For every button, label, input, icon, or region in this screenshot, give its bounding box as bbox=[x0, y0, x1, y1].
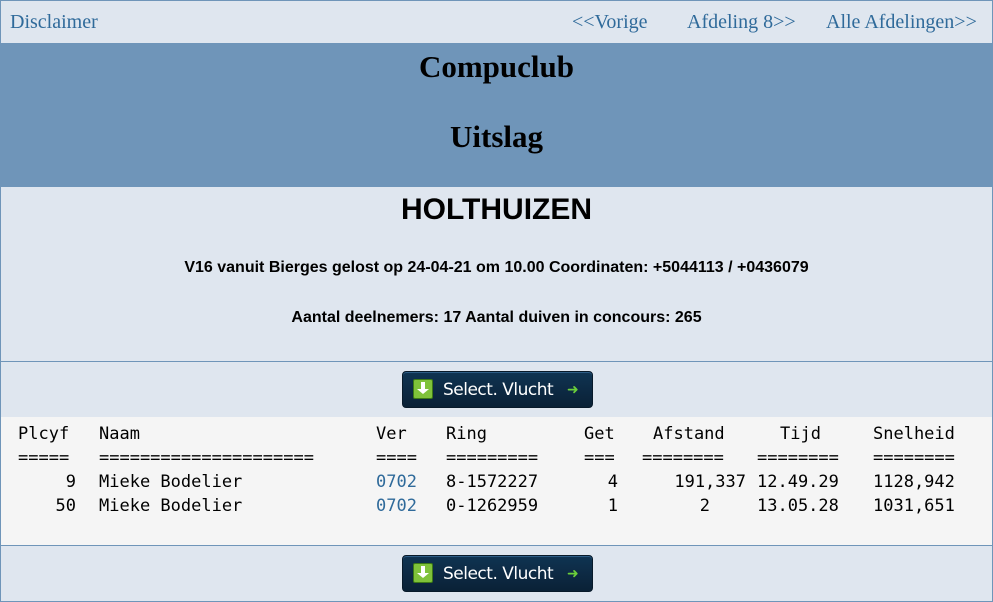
header-get: Get bbox=[584, 424, 615, 444]
row2-afstand: 2 bbox=[699, 496, 710, 516]
top-navigation: Disclaimer <<Vorige Afdeling 8>> Alle Af… bbox=[1, 1, 992, 43]
row1-tijd: 12.49.29 bbox=[757, 472, 839, 492]
select-flight-button[interactable]: Select. Vlucht ➜ bbox=[402, 371, 593, 408]
results-table: Plcyf Naam Ver Ring Get Afstand Tijd Sne… bbox=[1, 417, 992, 546]
row2-plcyf: 50 bbox=[55, 496, 76, 516]
club-title: Compuclub bbox=[418, 49, 575, 84]
header-afstand: Afstand bbox=[653, 424, 725, 444]
row2-tijd: 13.05.28 bbox=[757, 496, 839, 516]
select-flight-label: Select. Vlucht bbox=[443, 564, 554, 584]
arrow-right-icon: ➜ bbox=[567, 382, 579, 398]
separator-plcyf: ===== bbox=[18, 448, 70, 468]
row1-afstand: 191,337 bbox=[674, 472, 746, 492]
header-naam: Naam bbox=[99, 424, 140, 444]
race-location: HOLTHUIZEN bbox=[400, 193, 593, 226]
separator-snelheid: ======== bbox=[873, 448, 955, 468]
header-snelheid: Snelheid bbox=[873, 424, 955, 444]
header-plcyf: Plcyf bbox=[18, 424, 70, 444]
row2-naam: Mieke Bodelier bbox=[99, 496, 243, 516]
header-ring: Ring bbox=[446, 424, 487, 444]
header-ver: Ver bbox=[376, 424, 407, 444]
results-title: Uitslag bbox=[450, 119, 543, 154]
race-info: HOLTHUIZEN V16 vanuit Bierges gelost op … bbox=[1, 187, 992, 362]
separator-afstand: ======== bbox=[642, 448, 724, 468]
row2-snelheid: 1031,651 bbox=[873, 496, 955, 516]
select-flight-label: Select. Vlucht bbox=[443, 380, 554, 400]
separator-ring: ========= bbox=[446, 448, 539, 468]
row2-get: 1 bbox=[607, 496, 618, 516]
row1-ver-link[interactable]: 0702 bbox=[376, 470, 417, 494]
arrow-right-icon: ➜ bbox=[567, 566, 579, 582]
download-icon bbox=[413, 563, 433, 583]
row1-get: 4 bbox=[607, 472, 618, 492]
separator-get: === bbox=[584, 448, 615, 468]
page-frame: Disclaimer <<Vorige Afdeling 8>> Alle Af… bbox=[0, 0, 993, 602]
header-tijd: Tijd bbox=[780, 424, 821, 444]
download-icon bbox=[413, 379, 433, 399]
previous-link[interactable]: <<Vorige bbox=[572, 11, 648, 34]
participants-summary: Aantal deelnemers: 17 Aantal duiven in c… bbox=[291, 309, 702, 326]
race-details: V16 vanuit Bierges gelost op 24-04-21 om… bbox=[184, 259, 809, 276]
disclaimer-link[interactable]: Disclaimer bbox=[10, 11, 98, 34]
next-division-link[interactable]: Afdeling 8>> bbox=[687, 11, 796, 34]
all-divisions-link[interactable]: Alle Afdelingen>> bbox=[826, 11, 977, 34]
select-flight-button-bottom[interactable]: Select. Vlucht ➜ bbox=[402, 555, 593, 592]
separator-tijd: ======== bbox=[757, 448, 839, 468]
select-flight-bar-top: Select. Vlucht ➜ bbox=[1, 362, 992, 418]
row1-snelheid: 1128,942 bbox=[873, 472, 955, 492]
separator-ver: ==== bbox=[376, 448, 417, 468]
row1-plcyf: 9 bbox=[65, 472, 76, 492]
row2-ring: 0-1262959 bbox=[446, 496, 539, 516]
separator-naam: ===================== bbox=[99, 448, 314, 468]
row2-ver-link[interactable]: 0702 bbox=[376, 494, 417, 518]
row1-ring: 8-1572227 bbox=[446, 472, 539, 492]
select-flight-bar-bottom: Select. Vlucht ➜ bbox=[1, 546, 992, 601]
header-banner: Compuclub Uitslag bbox=[1, 43, 992, 187]
row1-naam: Mieke Bodelier bbox=[99, 472, 243, 492]
